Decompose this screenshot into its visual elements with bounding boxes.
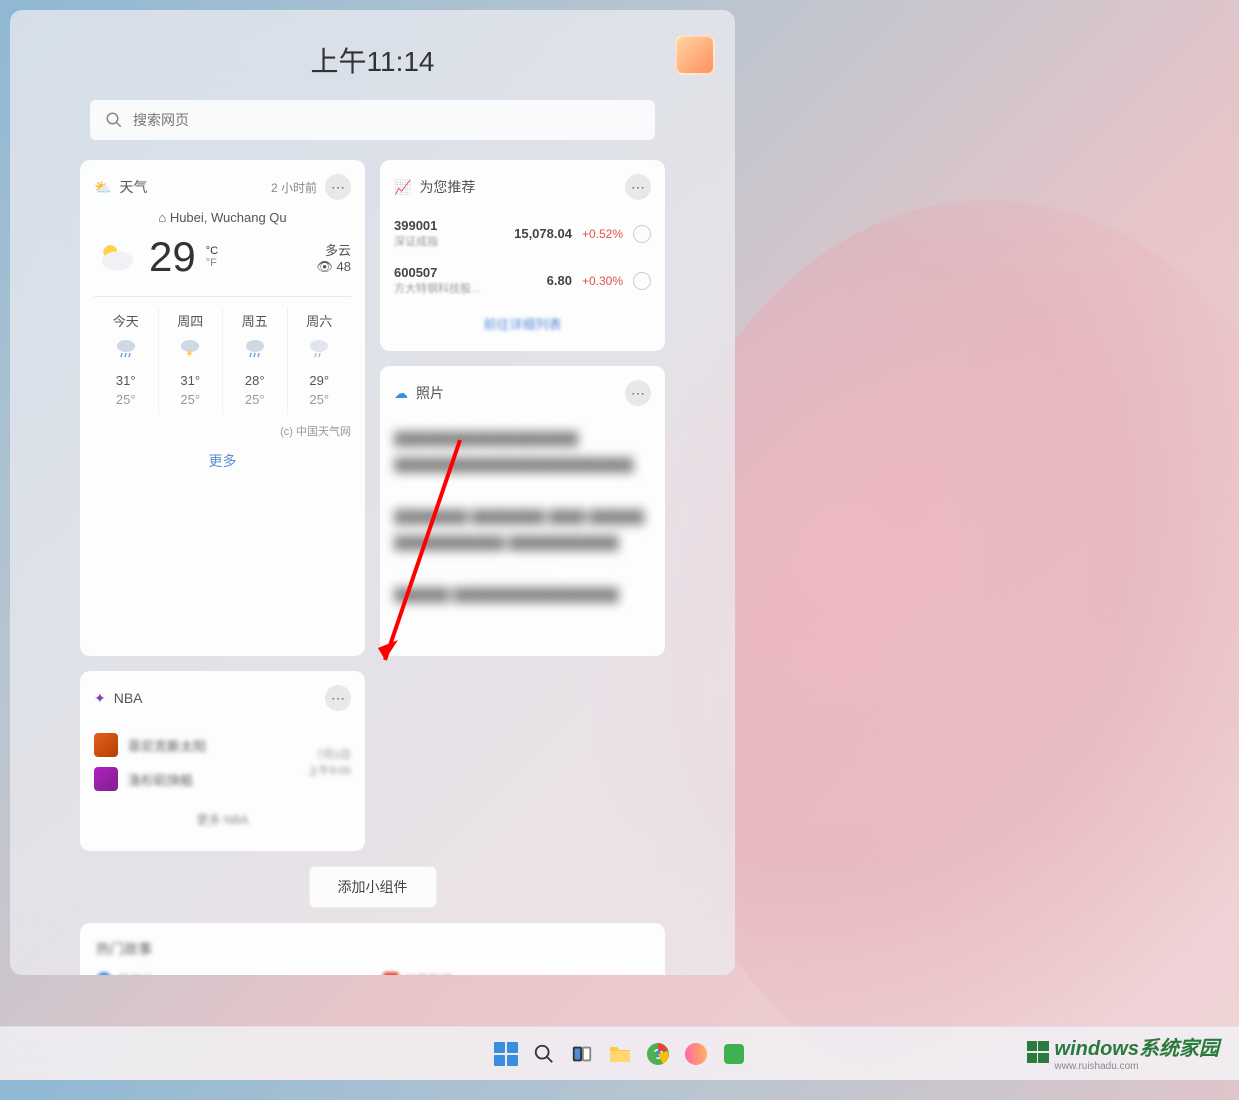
storm-icon — [178, 338, 202, 358]
team-logo-icon — [94, 767, 118, 791]
news-item[interactable]: 红星新闻 全球在建规模最大水电工程投产发电背后：气象部门提供了10年保障 — [383, 971, 650, 975]
app-button[interactable] — [719, 1039, 749, 1069]
rain-icon — [243, 338, 267, 358]
stocks-icon: 📈 — [394, 179, 411, 196]
forecast-day[interactable]: 周五 28° 25° — [223, 307, 288, 415]
photos-content-blurred: ████████████████████ ███████████████████… — [394, 416, 651, 618]
stocks-widget[interactable]: 📈 为您推荐 ⋯ 399001 深证成指 15,078.04 +0.52% 60… — [380, 160, 665, 351]
widget-menu-button[interactable]: ⋯ — [325, 685, 351, 711]
weather-location: ⌂ Hubei, Wuchang Qu — [94, 210, 351, 225]
widget-menu-button[interactable]: ⋯ — [625, 380, 651, 406]
avatar[interactable] — [675, 35, 715, 75]
nba-more-link[interactable]: 更多 NBA — [94, 803, 351, 828]
nba-widget[interactable]: ✦ NBA ⋯ 菲尼克斯太阳 洛杉矶快船 7月1日 上午9 — [80, 671, 365, 851]
add-widget-button[interactable]: 添加小组件 — [309, 866, 437, 908]
nba-title: NBA — [114, 690, 143, 706]
weather-condition: 多云 👁 48 — [316, 240, 351, 275]
news-source-icon — [96, 972, 112, 976]
search-icon — [105, 111, 123, 129]
team-logo-icon — [94, 733, 118, 757]
rain-icon — [307, 338, 331, 358]
widget-menu-button[interactable]: ⋯ — [325, 174, 351, 200]
photos-icon: ☁ — [394, 385, 408, 402]
stock-row[interactable]: 600507 方大特钢科技股... 6.80 +0.30% — [394, 257, 651, 304]
forecast-day[interactable]: 今天 31° 25° — [94, 307, 159, 415]
forecast-day[interactable]: 周六 29° 25° — [288, 307, 352, 415]
weather-timestamp: 2 小时前 — [271, 179, 317, 196]
add-stock-icon[interactable] — [633, 272, 651, 290]
watermark: windows系统家园 www.ruishadu.com — [1027, 1032, 1219, 1072]
weather-forecast: 今天 31° 25° 周四 31° 25° 周五 28° 25° — [94, 296, 351, 415]
news-source-icon — [383, 972, 399, 976]
news-item[interactable]: 新华社 权威快报|七月，这些重要新规开始施行 — [96, 971, 363, 975]
clock: 上午11:14 — [311, 40, 435, 80]
weather-current: 29 °C °F 多云 👁 48 — [94, 233, 351, 281]
photos-title: 照片 — [416, 383, 444, 403]
file-explorer-button[interactable] — [605, 1039, 635, 1069]
panel-header: 上午11:14 — [10, 10, 735, 100]
search-bar[interactable] — [90, 100, 655, 140]
windows-logo-icon — [1027, 1041, 1049, 1063]
task-view-button[interactable] — [567, 1039, 597, 1069]
widgets-grid: ⛅ 天气 2 小时前 ⋯ ⌂ Hubei, Wuchang Qu 29 °C °… — [10, 160, 735, 975]
start-button[interactable] — [491, 1039, 521, 1069]
weather-attribution: (c) 中国天气网 — [94, 423, 351, 439]
weather-title: 天气 — [119, 177, 147, 197]
weather-icon: ⛅ — [94, 179, 111, 196]
nba-icon: ✦ — [94, 690, 106, 707]
photos-widget[interactable]: ☁ 照片 ⋯ ████████████████████ ████████████… — [380, 366, 665, 656]
stock-row[interactable]: 399001 深证成指 15,078.04 +0.52% — [394, 210, 651, 257]
news-widget[interactable]: 热门故事 新华社 权威快报|七月，这些重要新规开始施行 红星新闻 全球在建规模最… — [80, 923, 665, 975]
weather-temp: 29 — [149, 233, 196, 281]
weather-units[interactable]: °C °F — [206, 245, 218, 269]
rain-icon — [114, 338, 138, 358]
chrome-button[interactable] — [643, 1039, 673, 1069]
stocks-title: 为您推荐 — [419, 177, 475, 197]
widgets-panel: 上午11:14 ⛅ 天气 2 小时前 ⋯ ⌂ Hubei, Wuchang Qu… — [10, 10, 735, 975]
game-time: 7月1日 上午9:00 — [308, 746, 351, 778]
search-input[interactable] — [133, 112, 640, 128]
news-header: 热门故事 — [96, 939, 649, 959]
app-button[interactable] — [681, 1039, 711, 1069]
weather-more-link[interactable]: 更多 — [94, 451, 351, 471]
nba-game[interactable]: 菲尼克斯太阳 洛杉矶快船 7月1日 上午9:00 — [94, 721, 351, 803]
add-stock-icon[interactable] — [633, 225, 651, 243]
location-icon: ⌂ — [158, 210, 169, 225]
weather-widget[interactable]: ⛅ 天气 2 小时前 ⋯ ⌂ Hubei, Wuchang Qu 29 °C °… — [80, 160, 365, 656]
stocks-more-link[interactable]: 前往详细列表 — [394, 304, 651, 337]
search-button[interactable] — [529, 1039, 559, 1069]
widget-menu-button[interactable]: ⋯ — [625, 174, 651, 200]
forecast-day[interactable]: 周四 31° 25° — [159, 307, 224, 415]
weather-partly-cloudy-icon — [94, 240, 139, 275]
